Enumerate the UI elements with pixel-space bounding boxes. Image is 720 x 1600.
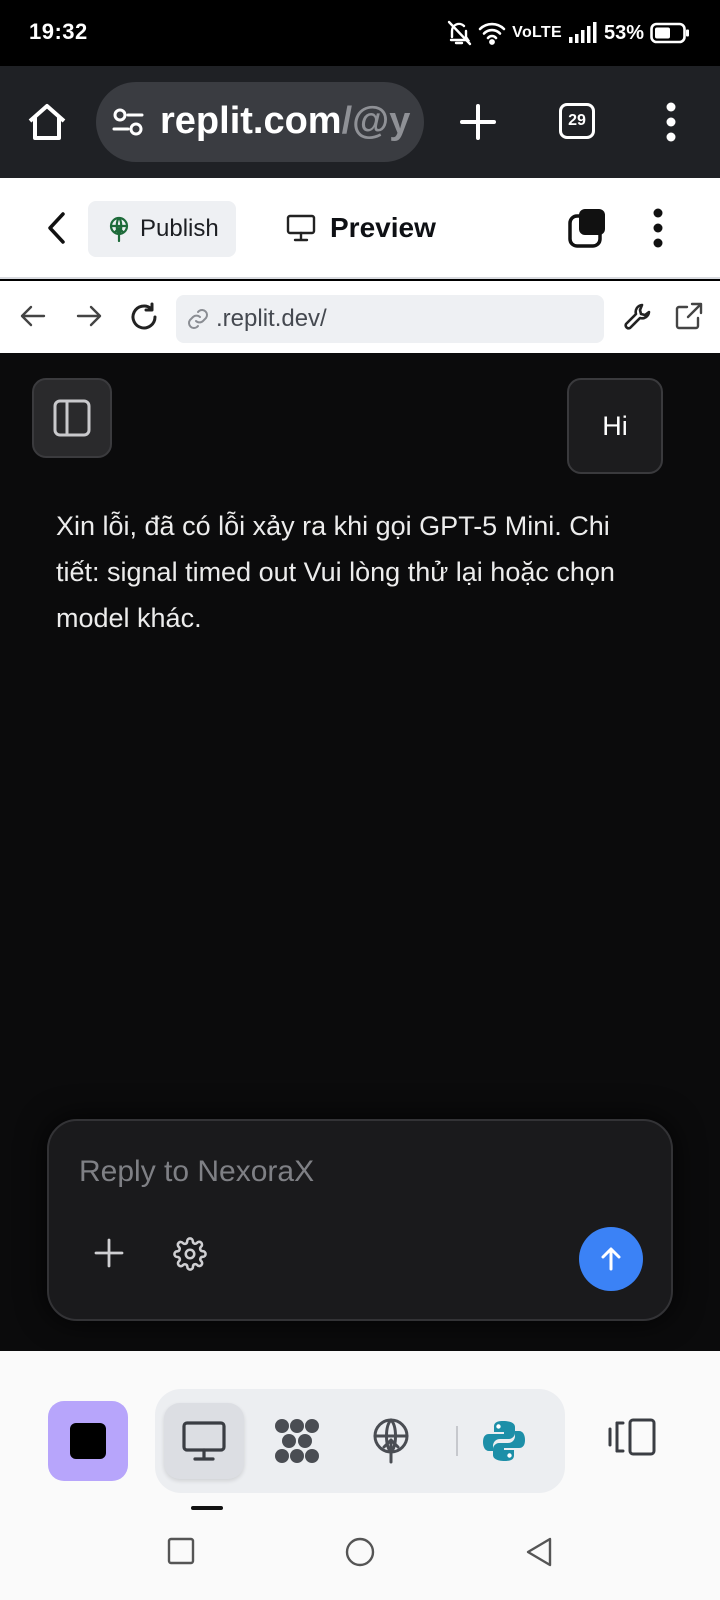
kebab-icon[interactable] <box>651 206 665 250</box>
tab-switcher-icon[interactable]: 29 <box>559 103 595 139</box>
site-settings-icon[interactable] <box>112 106 144 138</box>
stop-button[interactable] <box>48 1401 128 1481</box>
assistant-message: Xin lỗi, đã có lỗi xảy ra khi gọi GPT-5 … <box>56 511 615 633</box>
sidebar-icon <box>53 399 91 437</box>
tabs-icon[interactable] <box>567 208 607 248</box>
dock-separator <box>456 1426 458 1456</box>
user-message: Hi <box>567 378 663 474</box>
home-icon[interactable] <box>26 101 68 143</box>
chat-composer[interactable]: Reply to NexoraX <box>47 1119 673 1321</box>
back-triangle-icon[interactable] <box>524 1536 554 1568</box>
system-nav-bar <box>0 1510 720 1600</box>
sidebar-toggle-button[interactable] <box>32 378 112 458</box>
preview-url-input[interactable]: .replit.dev/ <box>176 295 604 343</box>
status-time: 19:32 <box>29 19 88 44</box>
settings-gear-icon[interactable] <box>173 1237 207 1271</box>
reply-input[interactable]: Reply to NexoraX <box>79 1155 314 1189</box>
preview-label: Preview <box>330 212 436 243</box>
preview-monitor-button[interactable] <box>164 1403 244 1479</box>
recents-square-icon[interactable] <box>166 1536 196 1566</box>
home-circle-icon[interactable] <box>344 1536 376 1568</box>
new-tab-icon[interactable] <box>456 100 500 144</box>
arrow-left-icon[interactable] <box>18 301 48 331</box>
send-button[interactable] <box>579 1227 643 1291</box>
link-icon <box>188 309 208 329</box>
layout-toggle-icon[interactable] <box>608 1417 656 1457</box>
deploy-icon <box>373 1418 409 1464</box>
workflows-icon <box>275 1419 319 1463</box>
publish-button[interactable]: Publish <box>88 201 236 257</box>
tab-count: 29 <box>568 112 586 129</box>
python-icon <box>483 1421 525 1461</box>
status-bar: 19:32 VoLTE 53% <box>0 0 720 66</box>
workflows-button[interactable] <box>257 1403 337 1479</box>
python-button[interactable] <box>464 1403 544 1479</box>
battery-percent: 53% <box>603 21 644 44</box>
wifi-icon <box>478 22 506 45</box>
signal-icon <box>568 22 597 43</box>
preview-url-bar: .replit.dev/ <box>0 281 720 353</box>
volte-label: VoLTE <box>512 24 562 41</box>
wrench-icon[interactable] <box>622 301 654 333</box>
replit-dock <box>0 1351 720 1510</box>
more-icon[interactable] <box>664 100 678 144</box>
address-bar[interactable]: replit.com/@y <box>96 82 424 162</box>
browser-toolbar: replit.com/@y 29 <box>0 66 720 178</box>
add-attachment-icon[interactable] <box>93 1237 125 1269</box>
dock-tool-group <box>155 1389 565 1493</box>
bell-off-icon <box>447 20 472 46</box>
external-link-icon[interactable] <box>674 301 704 331</box>
replit-header: Publish Preview <box>0 178 720 279</box>
stop-icon <box>70 1423 106 1459</box>
arrow-right-icon[interactable] <box>74 301 104 331</box>
monitor-icon <box>286 214 316 242</box>
publish-label: Publish <box>140 215 219 242</box>
preview-monitor-icon <box>182 1421 226 1461</box>
reload-icon[interactable] <box>128 301 160 333</box>
back-icon[interactable] <box>42 210 72 246</box>
battery-icon <box>650 22 689 44</box>
status-icons: VoLTE 53% <box>446 18 690 48</box>
deploy-button[interactable] <box>351 1403 431 1479</box>
chat-app: Hi Xin lỗi, đã có lỗi xảy ra khi gọi GPT… <box>0 353 720 1351</box>
preview-tab[interactable]: Preview <box>286 202 436 254</box>
publish-icon <box>109 216 129 242</box>
arrow-up-icon <box>601 1247 621 1271</box>
address-text: replit.com/@y <box>160 100 411 142</box>
preview-url-text: .replit.dev/ <box>216 305 327 332</box>
